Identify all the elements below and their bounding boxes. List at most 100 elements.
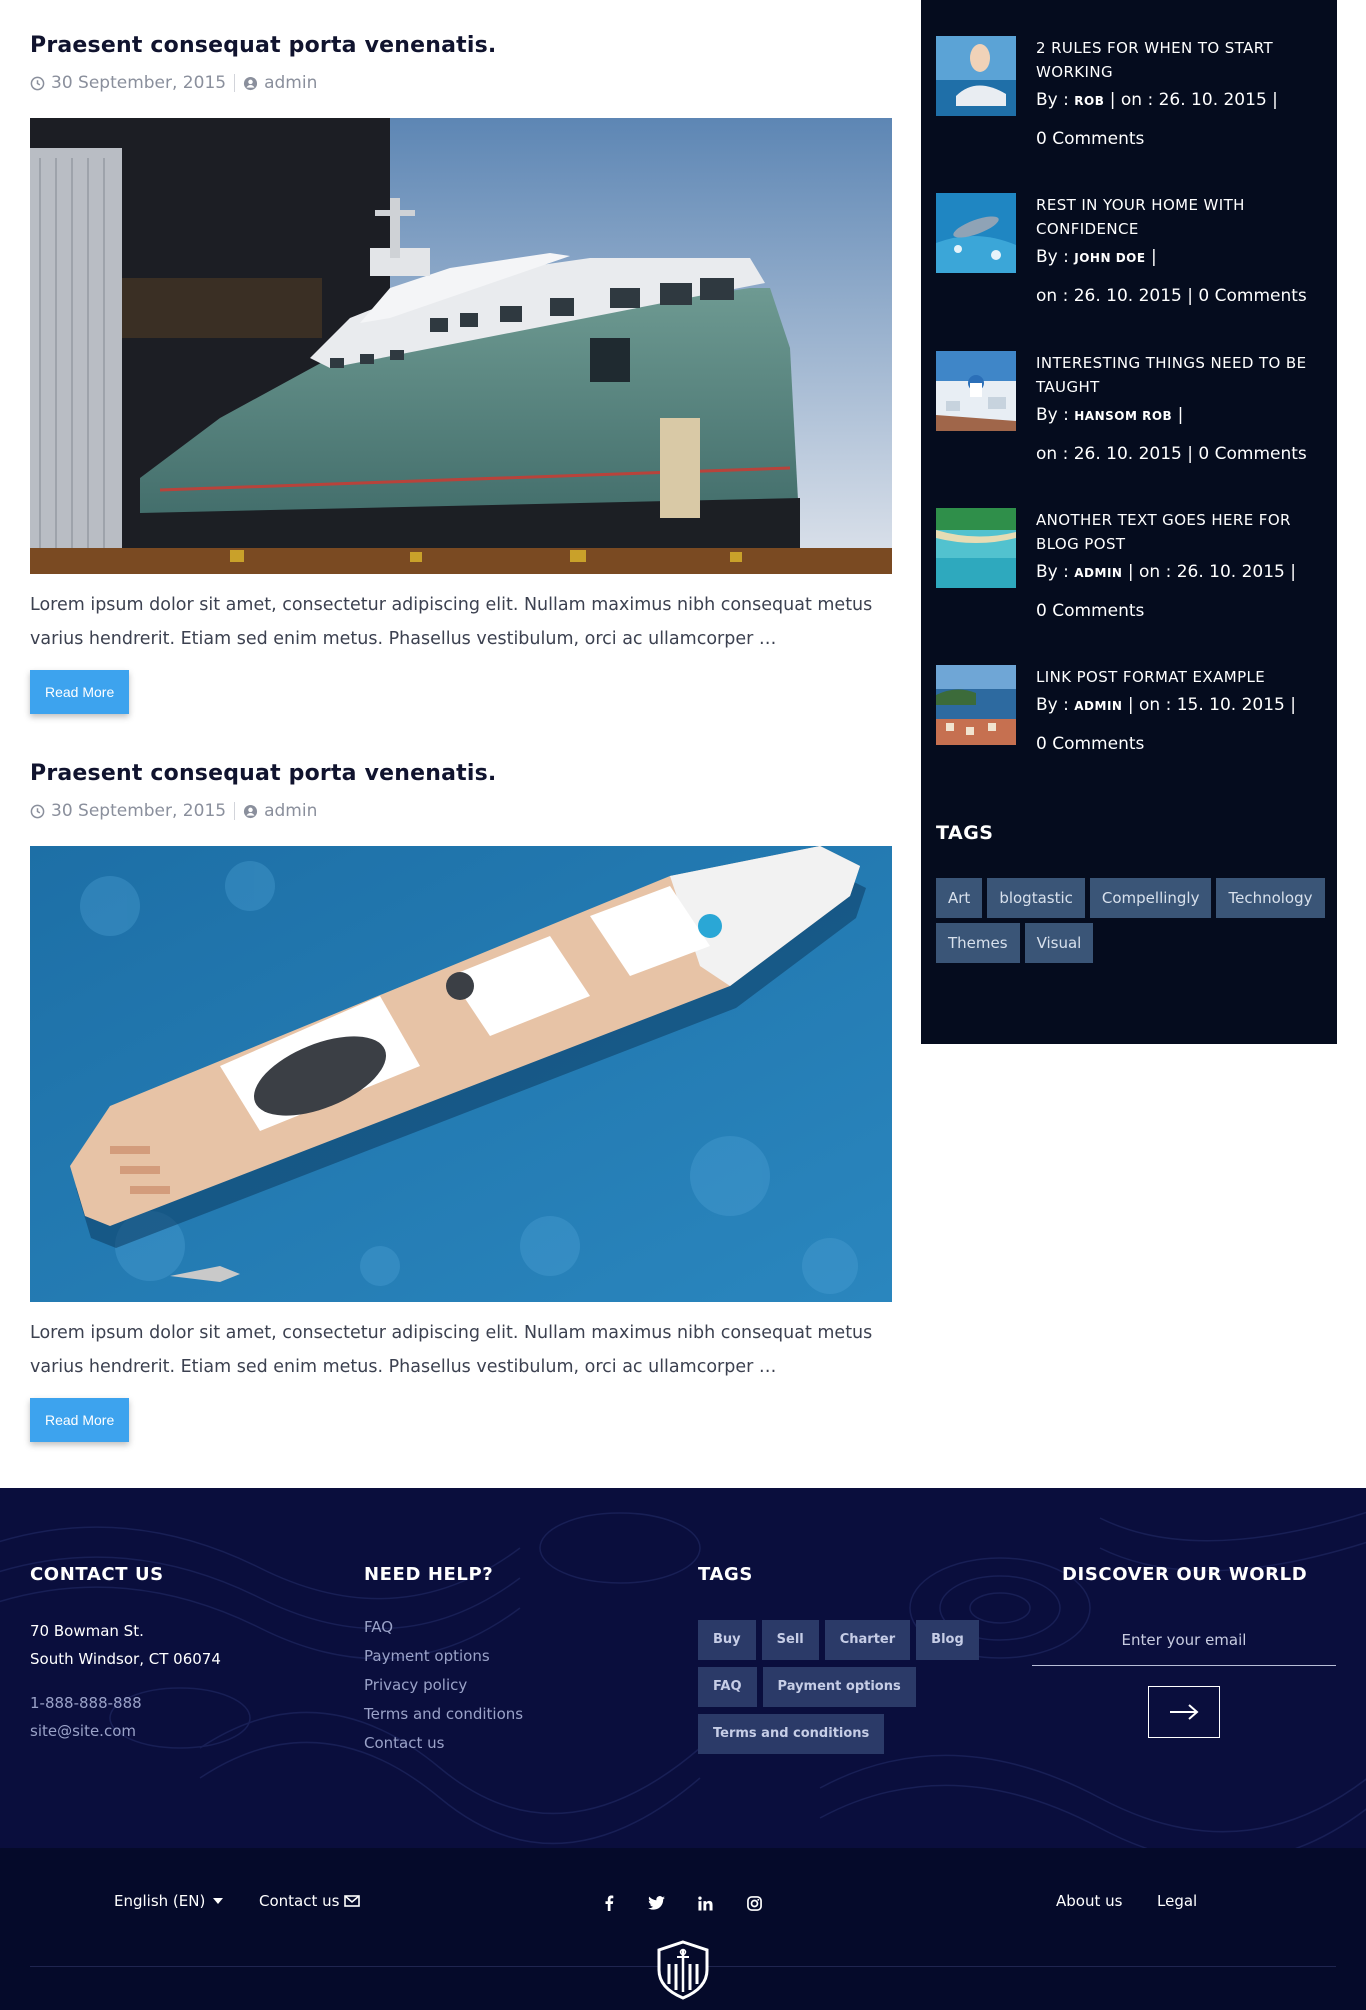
recent-post-meta: By : ADMIN | on : 15. 10. 2015 | xyxy=(1036,689,1328,722)
recent-post-author[interactable]: JOHN DOE xyxy=(1074,251,1145,265)
recent-post-date: on : 26. 10. 2015 xyxy=(1139,562,1285,582)
newsletter-email-input[interactable] xyxy=(1032,1614,1336,1666)
pipe: | xyxy=(1187,444,1199,464)
legal-link[interactable]: Legal xyxy=(1157,1892,1197,1910)
recent-post-title[interactable]: ANOTHER TEXT GOES HERE FOR BLOG POST xyxy=(1036,508,1328,556)
recent-post[interactable]: LINK POST FORMAT EXAMPLE By : ADMIN | on… xyxy=(936,665,1326,775)
blog-post: Praesent consequat porta venenatis. 30 S… xyxy=(30,32,892,714)
tag-technology[interactable]: Technology xyxy=(1216,878,1325,918)
recent-post-body: 2 RULES FOR WHEN TO START WORKING By : R… xyxy=(1036,36,1328,161)
footer-tags-title: TAGS xyxy=(698,1564,753,1585)
pipe: | xyxy=(1127,562,1140,582)
post-title[interactable]: Praesent consequat porta venenatis. xyxy=(30,760,892,788)
recent-post-thumbnail[interactable] xyxy=(936,665,1016,745)
user-icon xyxy=(244,76,258,90)
twitter-icon[interactable] xyxy=(641,1892,671,1914)
read-more-button[interactable]: Read More xyxy=(30,1398,130,1442)
recent-post-meta: By : ADMIN | on : 26. 10. 2015 | xyxy=(1036,556,1328,589)
recent-post-thumbnail[interactable] xyxy=(936,508,1016,588)
recent-post-author[interactable]: ADMIN xyxy=(1074,566,1122,580)
recent-post-body: LINK POST FORMAT EXAMPLE By : ADMIN | on… xyxy=(1036,665,1328,766)
by-label: By : xyxy=(1036,247,1069,267)
footer-tag-payment-options[interactable]: Payment options xyxy=(762,1667,916,1707)
footer-tag-sell[interactable]: Sell xyxy=(761,1620,819,1660)
instagram-icon[interactable] xyxy=(739,1892,769,1914)
by-label: By : xyxy=(1036,562,1069,582)
footer-link-payment-options[interactable]: Payment options xyxy=(364,1642,523,1671)
footer-tag-faq[interactable]: FAQ xyxy=(698,1667,757,1707)
recent-post-body: REST IN YOUR HOME WITH CONFIDENCE By : J… xyxy=(1036,193,1328,318)
arrow-right-icon xyxy=(1170,1704,1199,1720)
recent-post-thumbnail[interactable] xyxy=(936,351,1016,431)
post-image-yacht-shipyard[interactable] xyxy=(30,118,892,574)
footer-tag-terms[interactable]: Terms and conditions xyxy=(698,1714,885,1754)
recent-post[interactable]: REST IN YOUR HOME WITH CONFIDENCE By : J… xyxy=(936,193,1326,323)
recent-post[interactable]: INTERESTING THINGS NEED TO BE TAUGHT By … xyxy=(936,351,1326,481)
recent-post-meta: By : HANSOM ROB | xyxy=(1036,399,1328,432)
tag-visual[interactable]: Visual xyxy=(1024,923,1094,963)
pipe: | xyxy=(1187,286,1199,306)
recent-post[interactable]: ANOTHER TEXT GOES HERE FOR BLOG POST By … xyxy=(936,508,1326,638)
recent-post-comments[interactable]: 0 Comments xyxy=(1198,286,1306,306)
recent-post-date: on : 26. 10. 2015 xyxy=(1036,286,1182,306)
post-author[interactable]: admin xyxy=(243,801,317,821)
tag-themes[interactable]: Themes xyxy=(936,923,1020,963)
language-selector[interactable]: English (EN) xyxy=(114,1892,224,1910)
footer-discover-title: DISCOVER OUR WORLD xyxy=(1062,1564,1308,1585)
read-more-button[interactable]: Read More xyxy=(30,670,130,714)
recent-post-title[interactable]: REST IN YOUR HOME WITH CONFIDENCE xyxy=(1036,193,1328,241)
recent-post-date: on : 26. 10. 2015 xyxy=(1036,444,1182,464)
recent-post-author[interactable]: ROB xyxy=(1074,94,1104,108)
tag-compellingly[interactable]: Compellingly xyxy=(1089,878,1212,918)
footer-link-terms[interactable]: Terms and conditions xyxy=(364,1700,523,1729)
tag-blogtastic[interactable]: blogtastic xyxy=(987,878,1085,918)
footer-tag-cloud: Buy Sell Charter Blog FAQ Payment option… xyxy=(698,1620,988,1754)
footer-tag-blog[interactable]: Blog xyxy=(916,1620,979,1660)
post-excerpt: Lorem ipsum dolor sit amet, consectetur … xyxy=(30,1323,873,1377)
footer-discover: DISCOVER OUR WORLD xyxy=(1062,1564,1307,1585)
footer-tag-buy[interactable]: Buy xyxy=(698,1620,756,1660)
recent-post-comments[interactable]: 0 Comments xyxy=(1036,589,1328,633)
phone-link[interactable]: 1-888-888-888 xyxy=(30,1689,221,1717)
recent-post-title[interactable]: INTERESTING THINGS NEED TO BE TAUGHT xyxy=(1036,351,1328,399)
footer-tag-charter[interactable]: Charter xyxy=(824,1620,911,1660)
post-title[interactable]: Praesent consequat porta venenatis. xyxy=(30,32,892,60)
recent-post-title[interactable]: 2 RULES FOR WHEN TO START WORKING xyxy=(1036,36,1328,84)
about-link[interactable]: About us xyxy=(1056,1892,1122,1910)
post-image-yacht-aerial[interactable] xyxy=(30,846,892,1302)
footer-contact-title: CONTACT US xyxy=(30,1564,164,1585)
recent-post-thumbnail[interactable] xyxy=(936,36,1016,116)
post-excerpt: Lorem ipsum dolor sit amet, consectetur … xyxy=(30,595,873,649)
envelope-icon xyxy=(344,1895,361,1907)
recent-post-comments[interactable]: 0 Comments xyxy=(1036,117,1328,161)
by-label: By : xyxy=(1036,90,1069,110)
recent-post-author[interactable]: ADMIN xyxy=(1074,699,1122,713)
post-author[interactable]: admin xyxy=(243,73,317,93)
recent-post-title[interactable]: LINK POST FORMAT EXAMPLE xyxy=(1036,665,1328,689)
recent-post-comments[interactable]: 0 Comments xyxy=(1198,444,1306,464)
caret-down-icon xyxy=(213,1898,224,1904)
recent-post-meta-2: on : 26. 10. 2015 | 0 Comments xyxy=(1036,432,1328,476)
footer-link-faq[interactable]: FAQ xyxy=(364,1613,523,1642)
newsletter-submit-button[interactable] xyxy=(1148,1686,1220,1738)
sidebar-tag-cloud: Art blogtastic Compellingly Technology T… xyxy=(936,878,1326,963)
linkedin-icon[interactable] xyxy=(690,1892,720,1914)
recent-post-author[interactable]: HANSOM ROB xyxy=(1074,409,1172,423)
language-label: English (EN) xyxy=(114,1892,206,1910)
blog-post: Praesent consequat porta venenatis. 30 S… xyxy=(30,760,892,1442)
tag-art[interactable]: Art xyxy=(936,878,983,918)
email-link[interactable]: site@site.com xyxy=(30,1717,221,1745)
post-date: 30 September, 2015 xyxy=(30,801,226,821)
user-icon xyxy=(244,804,258,818)
recent-post-comments[interactable]: 0 Comments xyxy=(1036,722,1328,766)
post-date-text: 30 September, 2015 xyxy=(51,801,227,821)
facebook-icon[interactable] xyxy=(594,1892,624,1914)
anchor-shield-logo[interactable] xyxy=(655,1940,711,2000)
footer-link-contact-us[interactable]: Contact us xyxy=(364,1729,523,1758)
footer-link-privacy-policy[interactable]: Privacy policy xyxy=(364,1671,523,1700)
pipe: | xyxy=(1290,562,1297,582)
contact-link[interactable]: Contact us xyxy=(259,1892,361,1910)
recent-post-thumbnail[interactable] xyxy=(936,193,1016,273)
post-author-text: admin xyxy=(264,73,318,93)
recent-post[interactable]: 2 RULES FOR WHEN TO START WORKING By : R… xyxy=(936,36,1326,166)
